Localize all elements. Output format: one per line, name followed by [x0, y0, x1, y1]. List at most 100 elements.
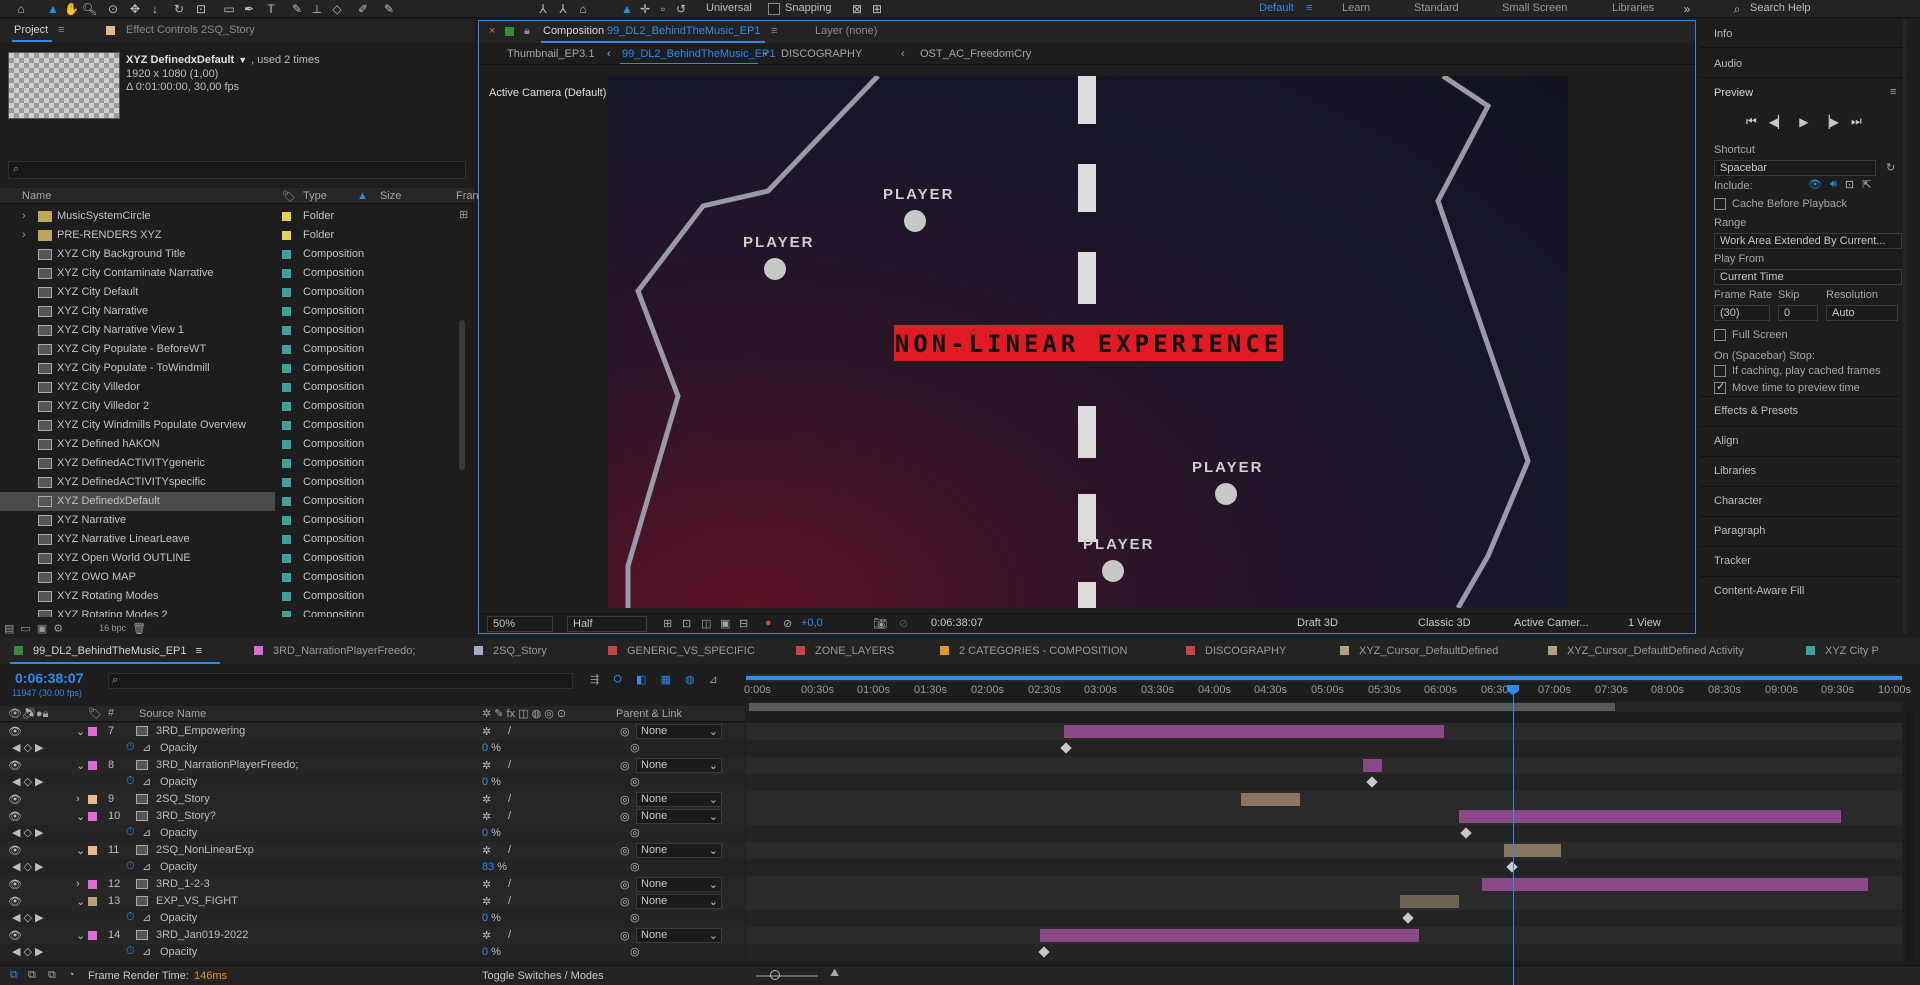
parent-dropdown[interactable]: None ⌄ — [636, 758, 722, 773]
layer-duration-bar[interactable] — [1241, 793, 1300, 806]
opacity-value[interactable]: 0 % — [482, 912, 501, 924]
keyframe[interactable] — [1460, 827, 1472, 839]
search-help-input[interactable]: Search Help — [1750, 2, 1811, 14]
universal-scale-icon[interactable]: ▫ — [656, 2, 670, 16]
project-item[interactable]: XYZ Narrative Composition — [0, 511, 455, 530]
draft-3d-icon[interactable]: ⛭ — [613, 673, 622, 686]
visibility-eye-icon[interactable]: 👁︎ — [8, 895, 22, 908]
camera-dropdown[interactable]: Active Camer... — [1509, 616, 1609, 632]
keyframe-nav-icon[interactable]: ◀ ◇ ▶ — [12, 860, 44, 873]
graph-icon[interactable]: ⊿ — [142, 741, 151, 754]
expression-pickwhip-icon[interactable]: ◎ — [630, 775, 640, 788]
playhead-line[interactable] — [1513, 685, 1514, 985]
col-frame[interactable]: Fran — [456, 190, 479, 202]
home-icon[interactable]: ⌂ — [14, 2, 28, 16]
keyframe-nav-icon[interactable]: ◀ ◇ ▶ — [12, 775, 44, 788]
timeline-tab[interactable]: 99_DL2_BehindTheMusic_EP1 ≡ — [14, 645, 202, 657]
panel-header[interactable]: Tracker — [1700, 546, 1900, 575]
project-item[interactable]: XYZ Defined hAKON Composition — [0, 435, 455, 454]
workspace-learn[interactable]: Learn — [1342, 2, 1370, 14]
quality-icon[interactable]: / — [508, 895, 511, 907]
label-swatch[interactable] — [282, 459, 291, 468]
label-swatch[interactable] — [282, 250, 291, 259]
layer-name[interactable]: EXP_VS_FIGHT — [156, 895, 238, 907]
layer-row[interactable]: 👁︎ ⌄ 13 EXP_VS_FIGHT ✲ / ◎ None ⌄ — [0, 893, 745, 910]
chevron-down-icon[interactable]: ⌄ — [76, 929, 85, 942]
project-item[interactable]: XYZ OWO MAP Composition — [0, 568, 455, 587]
label-swatch[interactable] — [282, 307, 291, 316]
col-type[interactable]: Type — [303, 190, 327, 202]
project-item[interactable]: XYZ DefinedACTIVITYspecific Composition — [0, 473, 455, 492]
keyframe-nav-icon[interactable]: ◀ ◇ ▶ — [12, 741, 44, 754]
time-navigator-bar[interactable] — [746, 676, 1902, 680]
axis-local-icon[interactable]: ⅄ — [536, 2, 550, 16]
layer-row[interactable]: 👁︎ › 12 3RD_1-2-3 ✲ / ◎ None ⌄ — [0, 876, 745, 893]
chevron-down-icon[interactable]: ⌄ — [76, 844, 85, 857]
project-item[interactable]: XYZ City Villedor 2 Composition — [0, 397, 455, 416]
project-item[interactable]: XYZ Open World OUTLINE Composition — [0, 549, 455, 568]
keyframe-nav-icon[interactable]: ◀ ◇ ▶ — [12, 945, 44, 958]
axis-world-icon[interactable]: ⅄ — [556, 2, 570, 16]
expand-arrow-icon[interactable]: › — [22, 229, 26, 241]
pickwhip-icon[interactable]: ◎ — [620, 878, 630, 891]
visibility-eye-icon[interactable]: 👁︎ — [8, 844, 22, 857]
layer-label-swatch[interactable] — [88, 795, 97, 804]
dolly-tool-icon[interactable]: ↓ — [148, 2, 162, 16]
project-item[interactable]: › PRE-RENDERS XYZ Folder — [0, 226, 455, 245]
tab-project[interactable]: Project — [14, 24, 48, 36]
next-frame-icon[interactable]: ▕▶ — [1821, 115, 1839, 129]
workspace-default[interactable]: Default — [1259, 2, 1294, 14]
expression-pickwhip-icon[interactable]: ◎ — [630, 860, 640, 873]
label-swatch[interactable] — [282, 573, 291, 582]
parent-dropdown[interactable]: None ⌄ — [636, 792, 722, 807]
layer-duration-bar[interactable] — [1459, 810, 1841, 823]
collapse-transform-icon[interactable]: ✲ — [482, 929, 491, 942]
snapshot-icon[interactable]: 📷︎ — [873, 617, 887, 630]
new-folder-icon[interactable]: ▭ — [20, 622, 30, 635]
zoom-in-mountain-icon[interactable]: ⛰ — [830, 967, 839, 980]
project-item[interactable]: XYZ City Populate - ToWindmill Compositi… — [0, 359, 455, 378]
type-tool-icon[interactable]: T — [264, 2, 278, 16]
right-panel-scrollbar[interactable] — [1903, 20, 1907, 634]
tab-composition[interactable]: Composition — [543, 25, 604, 37]
frame-blending-icon[interactable]: ▦ — [660, 673, 670, 686]
quality-icon[interactable]: / — [508, 793, 511, 805]
clone-stamp-tool-icon[interactable]: ⊥ — [310, 2, 324, 16]
visibility-eye-icon[interactable]: 👁︎ — [8, 725, 22, 738]
search-help-icon[interactable]: ⌕ — [1730, 2, 1744, 16]
current-time-display[interactable]: 0:06:38:07 — [15, 670, 84, 686]
collapse-transform-icon[interactable]: ✲ — [482, 844, 491, 857]
label-swatch[interactable] — [282, 554, 291, 563]
panel-header[interactable]: Content-Aware Fill — [1700, 576, 1900, 605]
layer-duration-bar[interactable] — [1400, 895, 1459, 908]
pickwhip-icon[interactable]: ◎ — [620, 895, 630, 908]
label-swatch[interactable] — [282, 212, 291, 221]
label-swatch[interactable] — [282, 592, 291, 601]
label-swatch[interactable] — [282, 231, 291, 240]
project-item[interactable]: XYZ City Narrative Composition — [0, 302, 455, 321]
expression-pickwhip-icon[interactable]: ◎ — [630, 911, 640, 924]
color-channels-icon[interactable]: ● — [765, 617, 772, 629]
zoom-slider-track[interactable] — [756, 975, 818, 977]
flowchart-icon[interactable]: ⊞ — [459, 208, 468, 221]
toggle-switches-modes[interactable]: Toggle Switches / Modes — [482, 970, 604, 982]
resolution-dropdown[interactable]: Half — [567, 616, 647, 632]
layer-label-swatch[interactable] — [88, 880, 97, 889]
workspace-standard[interactable]: Standard — [1414, 2, 1459, 14]
layer-duration-bar[interactable] — [1482, 878, 1868, 891]
project-item[interactable]: XYZ City Contaminate Narrative Compositi… — [0, 264, 455, 283]
layer-name[interactable]: 3RD_NarrationPlayerFreedo; — [156, 759, 298, 771]
layer-label-swatch[interactable] — [88, 812, 97, 821]
label-swatch[interactable] — [282, 383, 291, 392]
project-item[interactable]: XYZ City Villedor Composition — [0, 378, 455, 397]
keyframe-nav-icon[interactable]: ◀ ◇ ▶ — [12, 911, 44, 924]
layer-row[interactable]: 👁︎ ⌄ 7 3RD_Empowering ✲ / ◎ None ⌄ — [0, 723, 745, 740]
time-navigator[interactable] — [746, 674, 1902, 682]
expand-arrow-icon[interactable]: › — [22, 210, 26, 222]
parent-dropdown[interactable]: None ⌄ — [636, 724, 722, 739]
pan-tool-icon[interactable]: ✥ — [128, 2, 142, 16]
layer-duration-bar[interactable] — [1040, 929, 1419, 942]
new-comp-icon[interactable]: ▣ — [37, 622, 47, 635]
pickwhip-icon[interactable]: ◎ — [620, 759, 630, 772]
collapse-transform-icon[interactable]: ✲ — [482, 759, 491, 772]
